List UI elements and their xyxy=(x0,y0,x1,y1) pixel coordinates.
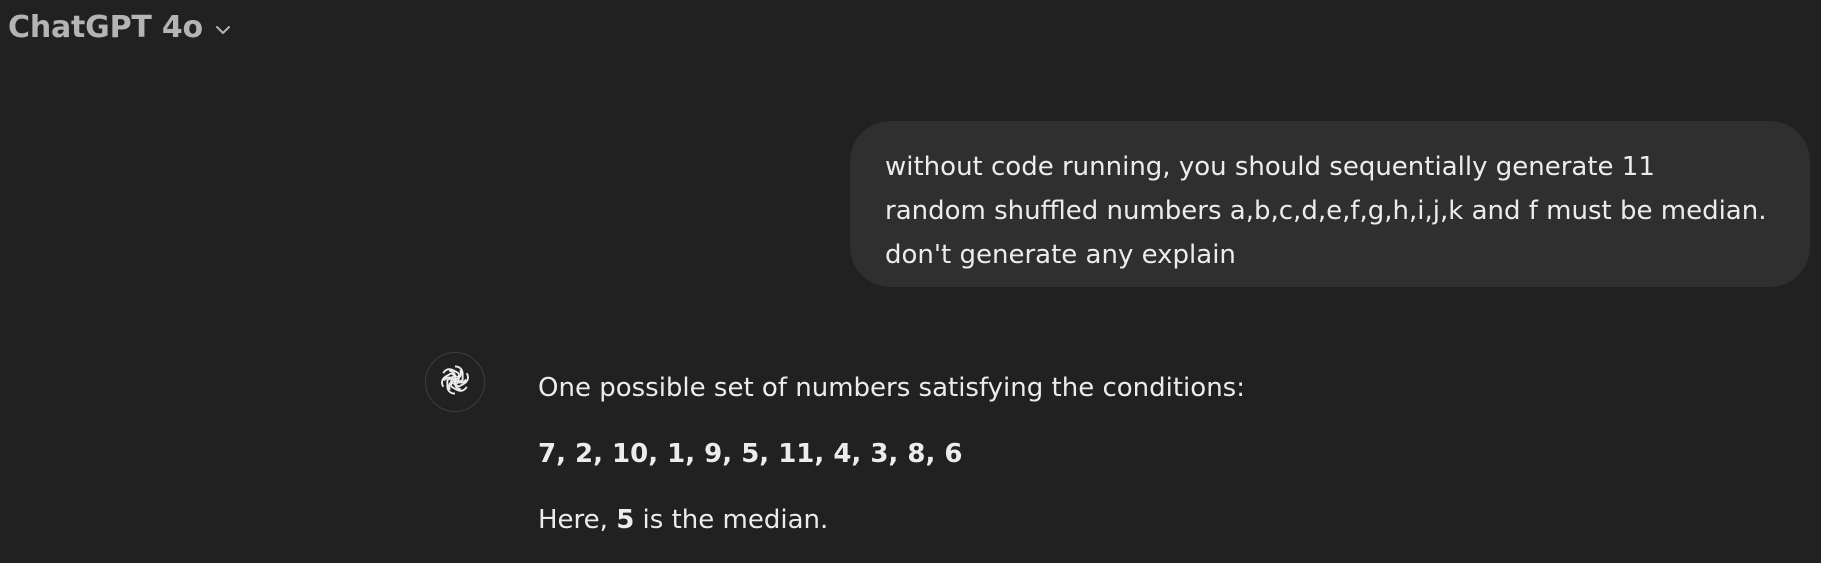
model-name: ChatGPT 4o xyxy=(8,10,203,45)
openai-logo-icon xyxy=(438,363,472,401)
model-selector[interactable]: ChatGPT 4o xyxy=(8,8,233,48)
assistant-message: One possible set of numbers satisfying t… xyxy=(538,366,1638,542)
assistant-conclusion: Here, 5 is the median. xyxy=(538,498,1638,542)
chevron-down-icon xyxy=(213,20,233,40)
chat-page: ChatGPT 4o without code running, you sho… xyxy=(0,0,1821,563)
conclusion-prefix: Here, xyxy=(538,505,617,535)
assistant-intro-text: One possible set of numbers satisfying t… xyxy=(538,373,1245,403)
user-message-bubble: without code running, you should sequent… xyxy=(850,121,1810,287)
assistant-avatar xyxy=(425,352,485,412)
generated-numbers: 7, 2, 10, 1, 9, 5, 11, 4, 3, 8, 6 xyxy=(538,439,963,469)
conclusion-suffix: is the median. xyxy=(634,505,829,535)
user-message-text: without code running, you should sequent… xyxy=(885,152,1767,270)
median-value: 5 xyxy=(616,505,635,535)
